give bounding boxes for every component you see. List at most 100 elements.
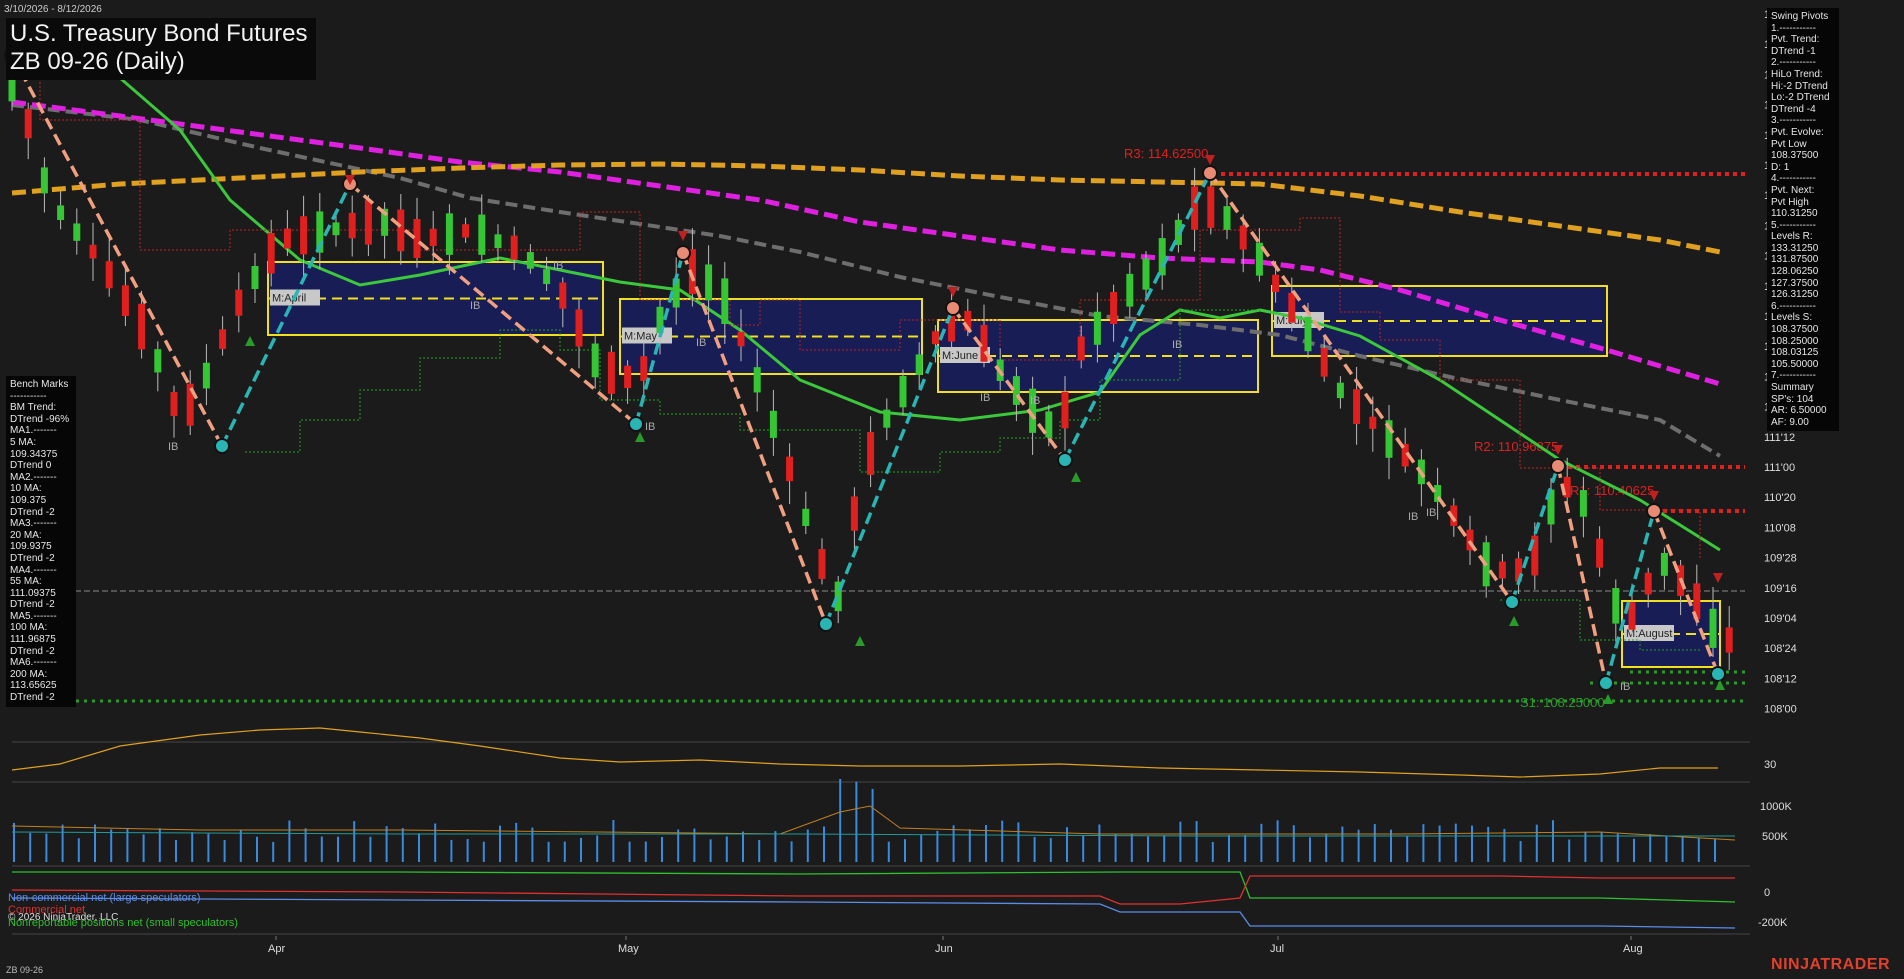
swing-pivot-line: 6.----------- bbox=[1771, 300, 1816, 312]
bench-mark-line: 109.9375 bbox=[10, 541, 52, 553]
candle-body bbox=[1061, 391, 1069, 429]
legend-nonreportable: Nonreportable positions net (small specu… bbox=[8, 917, 238, 929]
osc-tick-label: 30 bbox=[1764, 759, 1776, 771]
candle-body bbox=[1239, 225, 1247, 250]
swing-low-pivot bbox=[1710, 666, 1726, 682]
candle-body bbox=[251, 265, 259, 290]
swing-pivot-line: 105.50000 bbox=[1771, 358, 1819, 370]
candle-body bbox=[640, 356, 648, 382]
bench-mark-line: MA1.------- bbox=[10, 425, 57, 437]
swing-pivot-line: 1.----------- bbox=[1771, 22, 1816, 34]
candle-body bbox=[1660, 552, 1668, 576]
candle-body bbox=[267, 232, 275, 274]
candle-body bbox=[931, 331, 939, 345]
candle-body bbox=[1093, 311, 1101, 345]
ib-label: IB bbox=[1172, 339, 1182, 351]
candle-body bbox=[1077, 336, 1085, 361]
candle-body bbox=[899, 376, 907, 408]
candle-body bbox=[883, 409, 891, 428]
bench-mark-line: MA3.------- bbox=[10, 518, 57, 530]
swing-pivot-line: 7.----------- bbox=[1771, 370, 1816, 382]
month-label: M:April bbox=[272, 293, 306, 305]
price-tick-label: 108'24 bbox=[1764, 643, 1797, 655]
swing-pivot-line: HiLo Trend: bbox=[1771, 68, 1823, 80]
candle-body bbox=[705, 264, 713, 301]
swing-low-pivot bbox=[214, 438, 230, 454]
swing-high-pivot bbox=[945, 300, 961, 316]
candle-body bbox=[348, 212, 356, 239]
price-tick-label: 109'28 bbox=[1764, 553, 1797, 565]
bench-mark-line: MA5.------- bbox=[10, 610, 57, 622]
candle-body bbox=[478, 214, 486, 255]
swing-low-pivot bbox=[1057, 452, 1073, 468]
bench-mark-line: DTrend -2 bbox=[10, 645, 55, 657]
candle-body bbox=[121, 285, 129, 316]
candle-body bbox=[510, 235, 518, 260]
swing-pivot-line: DTrend -4 bbox=[1771, 103, 1816, 115]
candle-body bbox=[1644, 572, 1652, 595]
candle-body bbox=[607, 351, 615, 394]
bench-mark-line: Bench Marks bbox=[10, 379, 69, 390]
candle-body bbox=[1126, 273, 1134, 307]
candle-body bbox=[850, 496, 858, 531]
candle-body bbox=[154, 349, 162, 373]
month-tick-label: Jul bbox=[1270, 943, 1284, 955]
bench-mark-line: DTrend -2 bbox=[10, 692, 55, 704]
up-signal-arrow bbox=[855, 636, 865, 646]
date-range: 3/10/2026 - 8/12/2026 bbox=[4, 4, 102, 15]
price-tick-label: 111'00 bbox=[1764, 462, 1795, 474]
bench-mark-line: 100 MA: bbox=[10, 622, 48, 634]
candle-body bbox=[105, 261, 113, 289]
swing-pivot-line: 5.----------- bbox=[1771, 219, 1816, 231]
candle-body bbox=[1207, 186, 1215, 228]
swing-pivot-line: Levels R: bbox=[1771, 231, 1813, 243]
candle-body bbox=[364, 200, 372, 245]
bench-mark-line: DTrend -2 bbox=[10, 599, 55, 611]
candle-body bbox=[73, 223, 81, 241]
bench-mark-line: 55 MA: bbox=[10, 576, 42, 588]
candle-body bbox=[737, 331, 745, 347]
bench-mark-line: 113.65625 bbox=[10, 680, 57, 692]
candle-body bbox=[1579, 490, 1587, 517]
ib-label: IB bbox=[553, 260, 563, 272]
swing-pivot-line: SP's: 104 bbox=[1771, 393, 1814, 405]
candle-body bbox=[1336, 382, 1344, 399]
swing-high-pivot bbox=[1202, 165, 1218, 181]
price-tick-label: 109'04 bbox=[1764, 613, 1797, 625]
bench-mark-line: DTrend -2 bbox=[10, 506, 55, 518]
candle-body bbox=[786, 456, 794, 482]
swing-pivot-line: 127.37500 bbox=[1771, 277, 1819, 289]
cot-tick-label: 0 bbox=[1764, 887, 1770, 899]
candle-body bbox=[300, 216, 308, 255]
up-signal-arrow bbox=[635, 432, 645, 442]
candle-body bbox=[526, 252, 534, 269]
swing-pivot-line: 126.31250 bbox=[1771, 289, 1819, 301]
swing-pivot-line: 110.31250 bbox=[1771, 208, 1818, 220]
candle-body bbox=[1045, 411, 1053, 438]
candle-body bbox=[1142, 258, 1150, 290]
candle-body bbox=[753, 367, 761, 393]
candle-body bbox=[802, 508, 810, 527]
ib-label: IB bbox=[980, 392, 990, 404]
candle-body bbox=[818, 549, 826, 579]
candle-body bbox=[1012, 376, 1020, 405]
chart-subtitle: ZB 09-26 (Daily) bbox=[10, 48, 185, 75]
swing-pivot-line: Pvt. Next: bbox=[1771, 184, 1815, 196]
candle-body bbox=[1369, 416, 1377, 429]
candle-body bbox=[462, 224, 470, 238]
candle-body bbox=[1158, 238, 1166, 276]
swing-low-pivot bbox=[628, 416, 644, 432]
month-tick-label: Jun bbox=[935, 943, 953, 955]
candle-body bbox=[867, 432, 875, 475]
swing-pivot-line: 108.37500 bbox=[1771, 324, 1819, 336]
oscillator-line bbox=[11, 727, 1718, 778]
candle-body bbox=[40, 167, 48, 194]
bench-mark-line: DTrend -2 bbox=[10, 552, 55, 564]
ib-label: IB bbox=[1620, 681, 1630, 693]
month-tick-label: Aug bbox=[1623, 943, 1643, 955]
candle-body bbox=[1725, 627, 1733, 653]
cot-tick-label: -200K bbox=[1758, 917, 1788, 929]
candle-body bbox=[202, 362, 210, 389]
month-label: M:June bbox=[942, 350, 978, 362]
swing-pivot-line: Summary bbox=[1771, 382, 1814, 393]
